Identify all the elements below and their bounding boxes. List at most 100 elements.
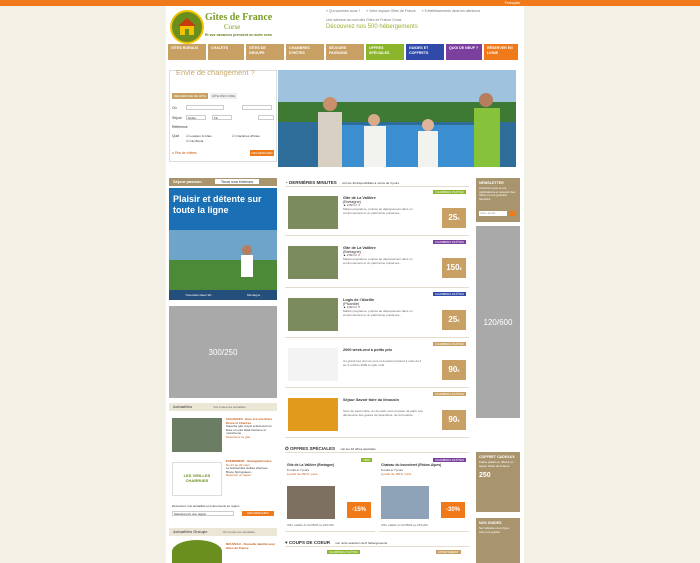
search-dates-label: Séjour [172, 116, 182, 120]
promo-footer: Nouvelles idées Wi... Montagne [169, 290, 277, 300]
selection-select[interactable]: Tous vos thèmes [214, 179, 260, 184]
nav-item-6[interactable]: OFFRES SPÉCIALES [366, 44, 404, 60]
news-title: Actualités [173, 404, 193, 409]
top-link-about[interactable]: » Qui sommes-nous ? [326, 9, 360, 13]
listing-photo[interactable] [288, 298, 338, 331]
listing-price[interactable]: 150€ [442, 258, 466, 278]
nav-item-2[interactable]: CHALETS [208, 44, 244, 60]
offer-badge: NEW [361, 458, 372, 462]
listing-photo[interactable] [288, 246, 338, 279]
news-item-1: VACANCES - Eure et Loire Entre Dreux et … [226, 417, 276, 440]
top-link-nearby[interactable]: » 5 établissements dans les alentours [422, 9, 481, 13]
listing-price-value: 25 [448, 315, 458, 324]
listing-card[interactable]: CHAMBRES D'HÔTES Gîte de La Vallière (Bret… [285, 240, 469, 288]
gift-box[interactable]: COFFRET CADEAUX Faites plaisir en offran… [476, 452, 520, 512]
newsletter-submit[interactable] [509, 211, 516, 216]
brand-logo[interactable] [170, 10, 204, 44]
listing-price[interactable]: 90€ [442, 360, 466, 380]
region-search-button[interactable]: RECHERCHER [242, 511, 274, 516]
groups-link[interactable]: Voir toutes les actualités [223, 530, 255, 534]
search-title: Envie de changement ? [176, 68, 255, 77]
listing-price[interactable]: 25€ [442, 310, 466, 330]
date-from-input[interactable]: Début [186, 115, 206, 120]
news-thumb-2[interactable]: LES VIEILLES CHARRUES [172, 462, 222, 496]
region-select[interactable]: Sélectionnez une région [172, 511, 234, 516]
search-type-label: Quoi [172, 134, 180, 138]
gift-text: Faites plaisir en offrant un séjour Gîte… [479, 460, 514, 468]
news2-link[interactable]: Réserver un séjour [226, 474, 276, 478]
coups-badge-2: APPARTEMENT [436, 550, 461, 554]
news-link[interactable]: Voir toutes les actualités [213, 405, 245, 409]
promo-title: Plaisir et détente sur toute la ligne [173, 194, 262, 215]
offer-badge: CHAMBRES D'HÔTES [433, 458, 466, 462]
offer-photo[interactable] [381, 486, 429, 519]
tab-search-code[interactable]: GÎTE PAR CODE [209, 93, 238, 99]
listing-price-value: 150 [446, 263, 460, 272]
special-offer-card[interactable]: NEW Gîte de La Vallière (Bretagne) 6 nuits… [285, 458, 375, 532]
listing-photo[interactable] [288, 348, 338, 381]
more-criteria-link[interactable]: ● Plus de critères [172, 151, 197, 155]
brand-slogan: Et vos vacances prennent un autre sens [205, 33, 272, 37]
search-button[interactable]: RECHERCHER [250, 150, 274, 156]
offer-name[interactable]: Chateau du bournieret (Rhône-Alpes) [381, 463, 441, 467]
newsletter-input[interactable]: Votre email [479, 211, 507, 216]
listing-description: Terre de savoir faire, le Limousin vous … [343, 409, 423, 417]
nav-item-9[interactable]: RÉSERVER EN LIGNE [484, 44, 518, 60]
where-input[interactable] [186, 105, 224, 110]
listing-title[interactable]: Séjour Savoir faire du limousin [343, 398, 399, 402]
special-link[interactable]: voir les 10 offres spéciales [340, 447, 375, 451]
top-link-space[interactable]: » Votre espace Gîtes de France [366, 9, 415, 13]
where-select[interactable] [242, 105, 272, 110]
listing-description: Un grand tout d'un an pour tout partout … [343, 359, 422, 367]
news1-link[interactable]: Découvrez ce gîte [226, 435, 276, 440]
promo-footer-2[interactable]: Montagne [247, 290, 260, 300]
listing-price-value: 90 [448, 415, 458, 424]
nav-item-8[interactable]: QUOI DE NEUF ? [446, 44, 482, 60]
coups-link[interactable]: voir notre sélection de 8 hébergements [335, 541, 387, 545]
nav-item-7[interactable]: GUIDES ET COFFRETS [406, 44, 444, 60]
coups-header: ♥ COUPS DE COEUR voir notre sélection de… [285, 538, 469, 547]
groups-bar: Actualités Groupe Voir toutes les actual… [169, 528, 277, 536]
nav-item-5[interactable]: SÉJOURS PASSIONS [326, 44, 364, 60]
offer-price: à partir de 150 € / pers. [381, 472, 413, 476]
nav-item-1[interactable]: GÎTES RURAUX [168, 44, 206, 60]
listing-photo[interactable] [288, 196, 338, 229]
newsletter-text: Inscrivez-vous à nos publications et rec… [479, 186, 516, 201]
listing-card[interactable]: CHAMBRES D'HÔTES Séjour Savoir faire du l… [285, 392, 469, 438]
type-option-2[interactable]: ☑ Chambres d'hôtes [232, 134, 260, 138]
listing-photo[interactable] [288, 398, 338, 431]
listing-price[interactable]: 90€ [442, 410, 466, 430]
listing-description: Maison paysanne, propice au dépaysement … [343, 207, 413, 215]
search-ref-label: Référence [172, 125, 188, 129]
ad-300x250[interactable]: 300/250 [169, 306, 277, 398]
offer-name[interactable]: Gîte de La Vallière (Bretagne) [287, 463, 334, 467]
last-minute-title: DERNIÈRES MINUTES [288, 180, 337, 185]
special-offer-card[interactable]: CHAMBRES D'HÔTES Chateau du bournieret (R… [379, 458, 469, 532]
selection-bar: Séjour passion Tous vos thèmes [169, 178, 277, 186]
offer-validity: Offre valable du 01/08/09 au 25/11/09 [381, 523, 428, 527]
listing-title[interactable]: 2000 week-end à petits prix [343, 348, 392, 352]
guides-box[interactable]: NOS GUIDES Sur tablette et en ligne : to… [476, 518, 520, 563]
promo-footer-1[interactable]: Nouvelles idées Wi... [186, 290, 214, 300]
offer-photo[interactable] [287, 486, 335, 519]
ad-120x600[interactable]: 120/600 [476, 226, 520, 418]
date-to-input[interactable]: Fin [212, 115, 232, 120]
promo-banner[interactable]: Plaisir et détente sur toute la ligne No… [169, 188, 277, 300]
offer-validity: Offre valable du 01/08/09 au 25/11/09 [287, 523, 334, 527]
listing-card[interactable]: CHAMBRES D'HÔTES Logis de l'Abeille (Picar… [285, 292, 469, 338]
nav-item-3[interactable]: GÎTES DE GROUPE [246, 44, 284, 60]
tab-search-gite[interactable]: RECHERCHE DE GÎTE [172, 93, 208, 99]
type-option-1[interactable]: ☑ Location & Gîtes [186, 134, 212, 138]
type-option-3[interactable]: ☑ City Break [186, 139, 203, 143]
groups-logo[interactable] [172, 540, 222, 563]
groups-text: NOUVEAU - Nouvelle identité pour Gîtes d… [226, 542, 276, 550]
nights-select[interactable] [258, 115, 274, 120]
listing-card[interactable]: CHAMBRES D'HÔTES Gîte de La Vallière (Bret… [285, 190, 469, 236]
last-minute-link[interactable]: voir les 40 disponibilités à moins de 3 … [342, 181, 399, 185]
search-where-label: Où [172, 106, 177, 110]
news-thumb-1[interactable] [172, 418, 222, 452]
nav-item-4[interactable]: CHAMBRES D'HÔTES [286, 44, 324, 60]
listing-card[interactable]: CHAMBRES D'HÔTES 2000 week-end à petits p… [285, 342, 469, 388]
top-links: » Qui sommes-nous ? » Votre espace Gîtes… [326, 9, 480, 13]
listing-price[interactable]: 25€ [442, 208, 466, 228]
